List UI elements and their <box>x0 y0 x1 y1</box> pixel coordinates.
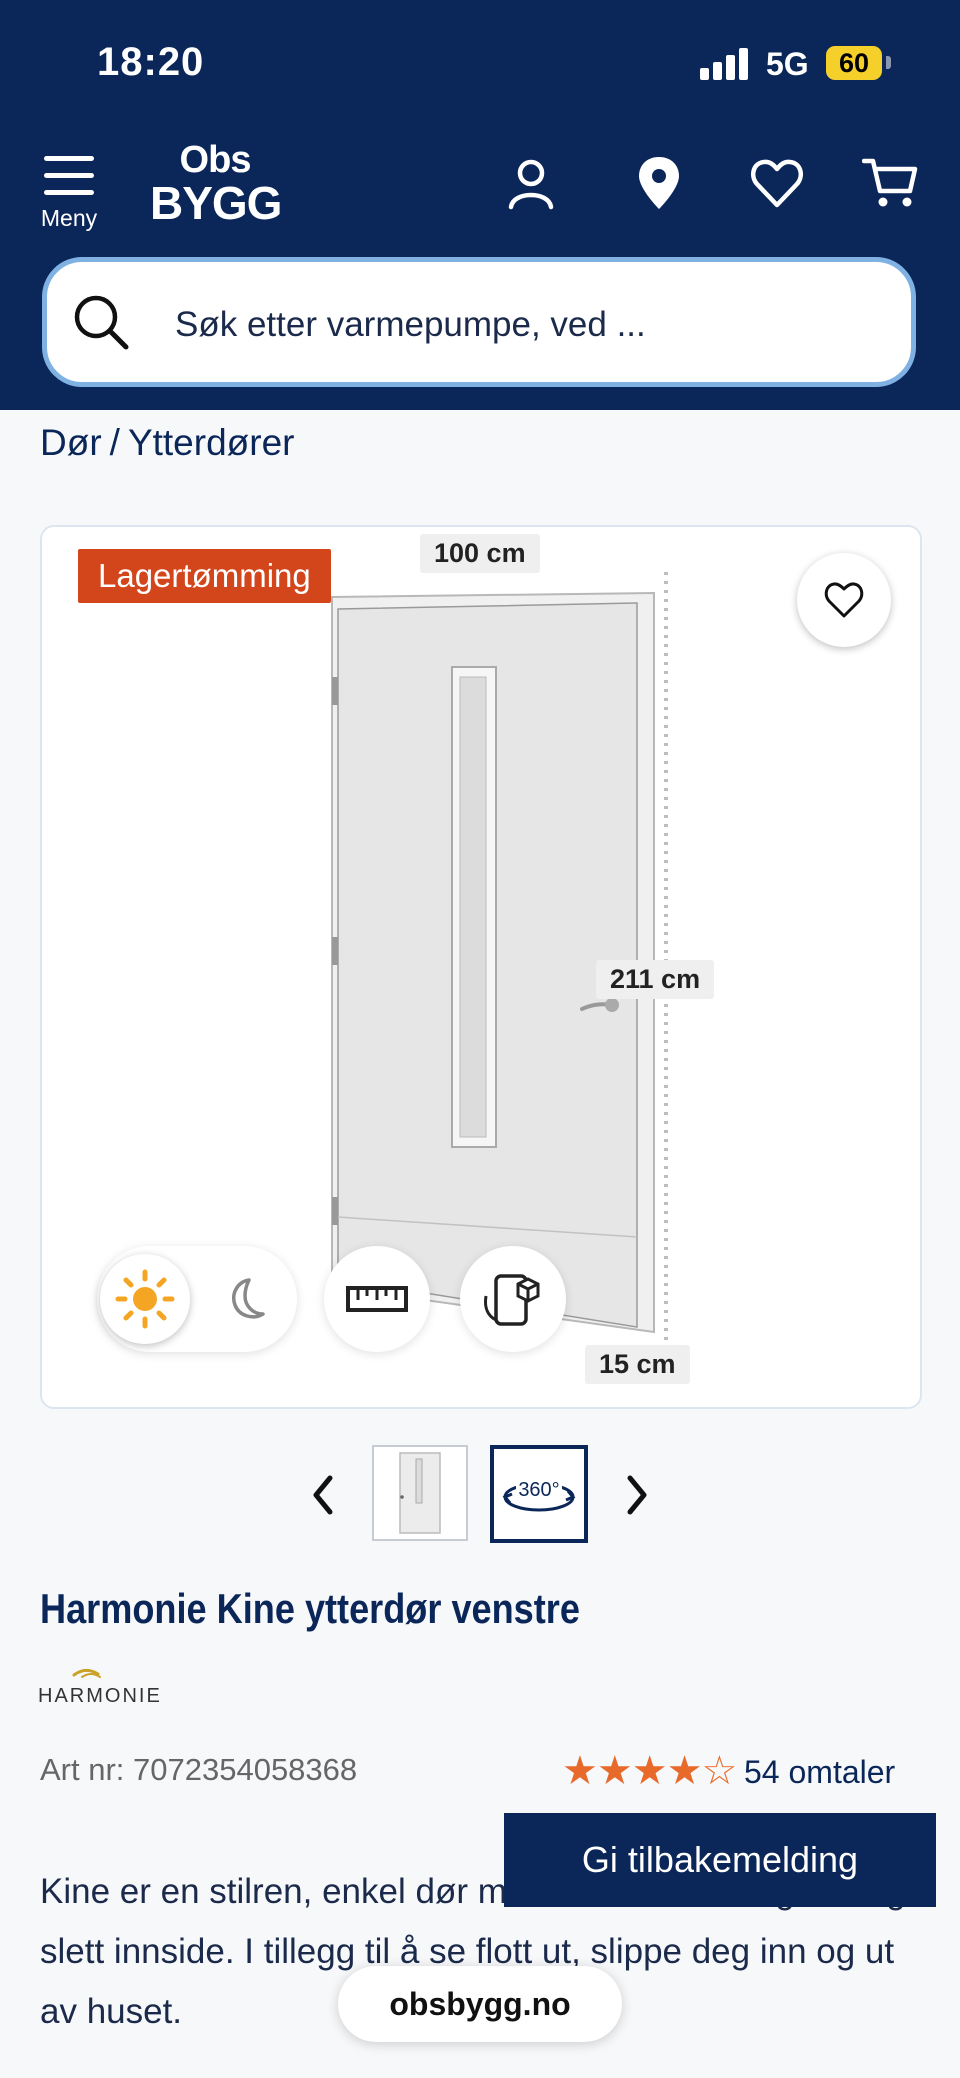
battery-icon: 60 <box>826 46 882 80</box>
menu-button[interactable]: Meny <box>34 150 104 234</box>
dimension-depth: 15 cm <box>585 1345 690 1384</box>
hamburger-icon <box>44 156 94 207</box>
heart-outline-icon <box>824 582 864 618</box>
breadcrumb-separator: / <box>109 422 120 463</box>
previous-image-arrow[interactable] <box>304 1470 344 1520</box>
dimension-height: 211 cm <box>596 960 715 999</box>
breadcrumb: Dør / Ytterdører <box>40 422 302 464</box>
door-thumbnail-image <box>399 1452 441 1534</box>
search-bar[interactable]: Søk etter varmepumpe, ved ... <box>42 257 916 387</box>
product-title: Harmonie Kine ytterdør venstre <box>40 1585 580 1632</box>
rating-stars[interactable]: ★★★★☆ <box>562 1748 737 1794</box>
thumbnail-360[interactable]: 360° <box>490 1445 588 1543</box>
ar-cube-icon <box>484 1274 540 1326</box>
search-icon <box>74 295 129 350</box>
heart-icon[interactable] <box>749 155 805 211</box>
location-pin-icon[interactable] <box>631 155 687 211</box>
feedback-button[interactable]: Gi tilbakemelding <box>504 1813 936 1907</box>
status-time: 18:20 <box>97 40 205 84</box>
breadcrumb-item-dor[interactable]: Dør <box>40 422 102 463</box>
measure-button[interactable] <box>324 1246 430 1352</box>
ar-view-button[interactable] <box>460 1246 566 1352</box>
next-image-arrow[interactable] <box>616 1470 656 1520</box>
network-type: 5G <box>766 46 809 82</box>
sun-icon[interactable] <box>100 1254 190 1344</box>
thumbnail-door[interactable] <box>372 1445 468 1541</box>
brand-logo[interactable]: HARMONIE <box>38 1665 163 1710</box>
logo-top-text: Obs <box>179 139 252 181</box>
app-header: 18:20 5G 60 Meny Obs BYGG Søk etter varm… <box>0 0 960 410</box>
ruler-icon <box>346 1286 408 1312</box>
sale-badge: Lagertømming <box>78 549 331 603</box>
360-view-icon: 360° <box>502 1479 576 1512</box>
brand-logo-mark <box>72 1668 101 1678</box>
url-bar[interactable]: obsbygg.no <box>338 1966 622 2042</box>
search-placeholder: Søk etter varmepumpe, ved ... <box>175 305 646 344</box>
brand-name: HARMONIE <box>38 1685 162 1707</box>
reviews-link[interactable]: 54 omtaler <box>744 1754 895 1791</box>
breadcrumb-item-ytterdorer[interactable]: Ytterdører <box>128 422 295 463</box>
account-icon[interactable] <box>503 155 559 211</box>
cart-icon[interactable] <box>861 155 918 211</box>
logo-bottom-text: BYGG <box>150 177 282 229</box>
menu-label: Meny <box>40 205 98 231</box>
signal-icon <box>700 48 754 80</box>
dimension-width: 100 cm <box>420 534 540 573</box>
obs-bygg-logo[interactable]: Obs BYGG <box>150 139 282 235</box>
moon-icon[interactable] <box>215 1270 275 1330</box>
360-label: 360° <box>518 1479 559 1501</box>
favorite-button[interactable] <box>797 553 891 647</box>
battery-tip <box>886 56 891 69</box>
article-number: Art nr: 7072354058368 <box>40 1752 358 1787</box>
